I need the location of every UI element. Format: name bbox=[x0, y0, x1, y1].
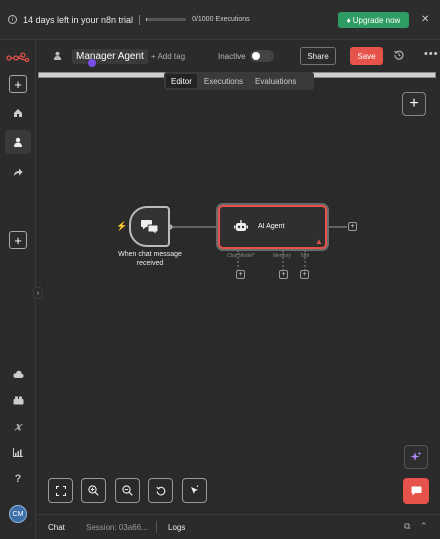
ai-agent-node[interactable]: AI Agent ▲ bbox=[218, 205, 327, 249]
toggle-knob bbox=[252, 52, 260, 60]
active-toggle[interactable] bbox=[250, 50, 274, 62]
fit-view-button[interactable] bbox=[48, 478, 73, 503]
sidebar-add-project-button[interactable]: + bbox=[9, 231, 27, 249]
executions-progress-fill bbox=[146, 18, 147, 21]
tidy-up-button[interactable] bbox=[182, 478, 207, 503]
tab-editor[interactable]: Editor bbox=[166, 74, 197, 88]
view-tabs: Editor Executions Evaluations bbox=[164, 72, 314, 90]
add-tool-button[interactable]: + bbox=[300, 270, 309, 279]
sidebar: + + 𝑥 ? CM bbox=[0, 40, 36, 539]
sparkle-icon bbox=[410, 451, 422, 461]
trigger-node-label: When chat message received bbox=[118, 251, 182, 267]
save-button[interactable]: Save bbox=[350, 47, 383, 65]
subnode-label-memory: Memory bbox=[273, 253, 292, 259]
gem-icon: ♦ bbox=[346, 15, 351, 25]
variables-icon[interactable]: 𝑥 bbox=[8, 418, 28, 434]
add-chat-model-button[interactable]: + bbox=[236, 270, 245, 279]
connections bbox=[167, 224, 347, 270]
chevron-up-icon[interactable]: ⌃ bbox=[420, 521, 428, 532]
upgrade-label: Upgrade now bbox=[352, 15, 401, 25]
zoom-in-icon bbox=[88, 485, 99, 496]
popout-icon[interactable]: ⧉ bbox=[404, 521, 410, 532]
chat-tab[interactable]: Chat bbox=[48, 523, 65, 532]
logs-panel-bar[interactable]: Chat Session: 03a66... Logs ⧉ ⌃ bbox=[36, 514, 440, 539]
cloud-icon[interactable] bbox=[8, 366, 28, 382]
home-icon[interactable] bbox=[8, 105, 28, 121]
robot-icon bbox=[234, 220, 248, 235]
tab-executions[interactable]: Executions bbox=[199, 74, 248, 88]
reset-zoom-button[interactable] bbox=[148, 478, 173, 503]
ai-agent-title: AI Agent bbox=[258, 223, 285, 230]
open-chat-button[interactable] bbox=[403, 478, 429, 504]
history-icon[interactable] bbox=[394, 50, 404, 63]
sidebar-add-button[interactable]: + bbox=[9, 75, 27, 93]
executions-count: 0/1000 Executions bbox=[192, 16, 250, 23]
n8n-logo-icon[interactable] bbox=[6, 52, 30, 62]
user-icon bbox=[53, 51, 63, 61]
avatar[interactable]: CM bbox=[9, 505, 27, 523]
add-tag-link[interactable]: + Add tag bbox=[151, 52, 185, 61]
cursor-indicator bbox=[88, 59, 96, 67]
sidebar-expand-icon[interactable]: › bbox=[33, 287, 43, 299]
add-next-node-button[interactable]: + bbox=[348, 222, 357, 231]
divider bbox=[156, 521, 157, 533]
divider bbox=[139, 14, 141, 25]
share-button[interactable]: Share bbox=[300, 47, 336, 65]
personal-icon[interactable] bbox=[5, 130, 31, 154]
cursor-sparkle-icon bbox=[191, 485, 199, 494]
workflow-name[interactable]: Manager Agent bbox=[72, 49, 148, 64]
add-memory-button[interactable]: + bbox=[279, 270, 288, 279]
activation-status: Inactive bbox=[218, 52, 246, 61]
ai-assistant-button[interactable] bbox=[404, 445, 428, 469]
warning-icon: ▲ bbox=[315, 237, 323, 246]
subnode-label-chat-model: Chat Model* bbox=[227, 253, 255, 259]
zoom-out-button[interactable] bbox=[115, 478, 140, 503]
help-icon[interactable]: ? bbox=[8, 471, 28, 487]
zoom-in-button[interactable] bbox=[81, 478, 106, 503]
upgrade-button[interactable]: ♦ Upgrade now bbox=[338, 12, 409, 28]
subnode-label-tool: Tool bbox=[300, 253, 310, 259]
workflow-canvas[interactable] bbox=[36, 78, 440, 514]
logs-tab[interactable]: Logs bbox=[168, 523, 185, 532]
session-id: Session: 03a66... bbox=[86, 523, 148, 532]
chat-trigger-node[interactable] bbox=[129, 206, 170, 247]
tab-evaluations[interactable]: Evaluations bbox=[250, 74, 301, 88]
chat-bubbles-icon bbox=[140, 219, 158, 235]
trial-text: 14 days left in your n8n trial bbox=[23, 14, 134, 25]
chat-icon bbox=[411, 486, 421, 496]
more-menu-icon[interactable]: ••• bbox=[424, 48, 439, 60]
add-node-button[interactable]: + bbox=[402, 92, 426, 116]
executions-progress bbox=[146, 18, 187, 21]
workflow-header: Manager Agent + Add tag Inactive Share S… bbox=[36, 40, 440, 72]
info-icon: i bbox=[8, 15, 17, 24]
close-icon[interactable]: ✕ bbox=[421, 14, 429, 25]
zoom-out-icon bbox=[122, 485, 133, 496]
shared-icon[interactable] bbox=[8, 164, 28, 180]
templates-icon[interactable] bbox=[8, 392, 28, 408]
trigger-bolt-icon: ⚡ bbox=[116, 221, 128, 231]
insights-icon[interactable] bbox=[8, 444, 28, 460]
undo-icon bbox=[155, 486, 165, 495]
fit-view-icon bbox=[55, 485, 66, 496]
